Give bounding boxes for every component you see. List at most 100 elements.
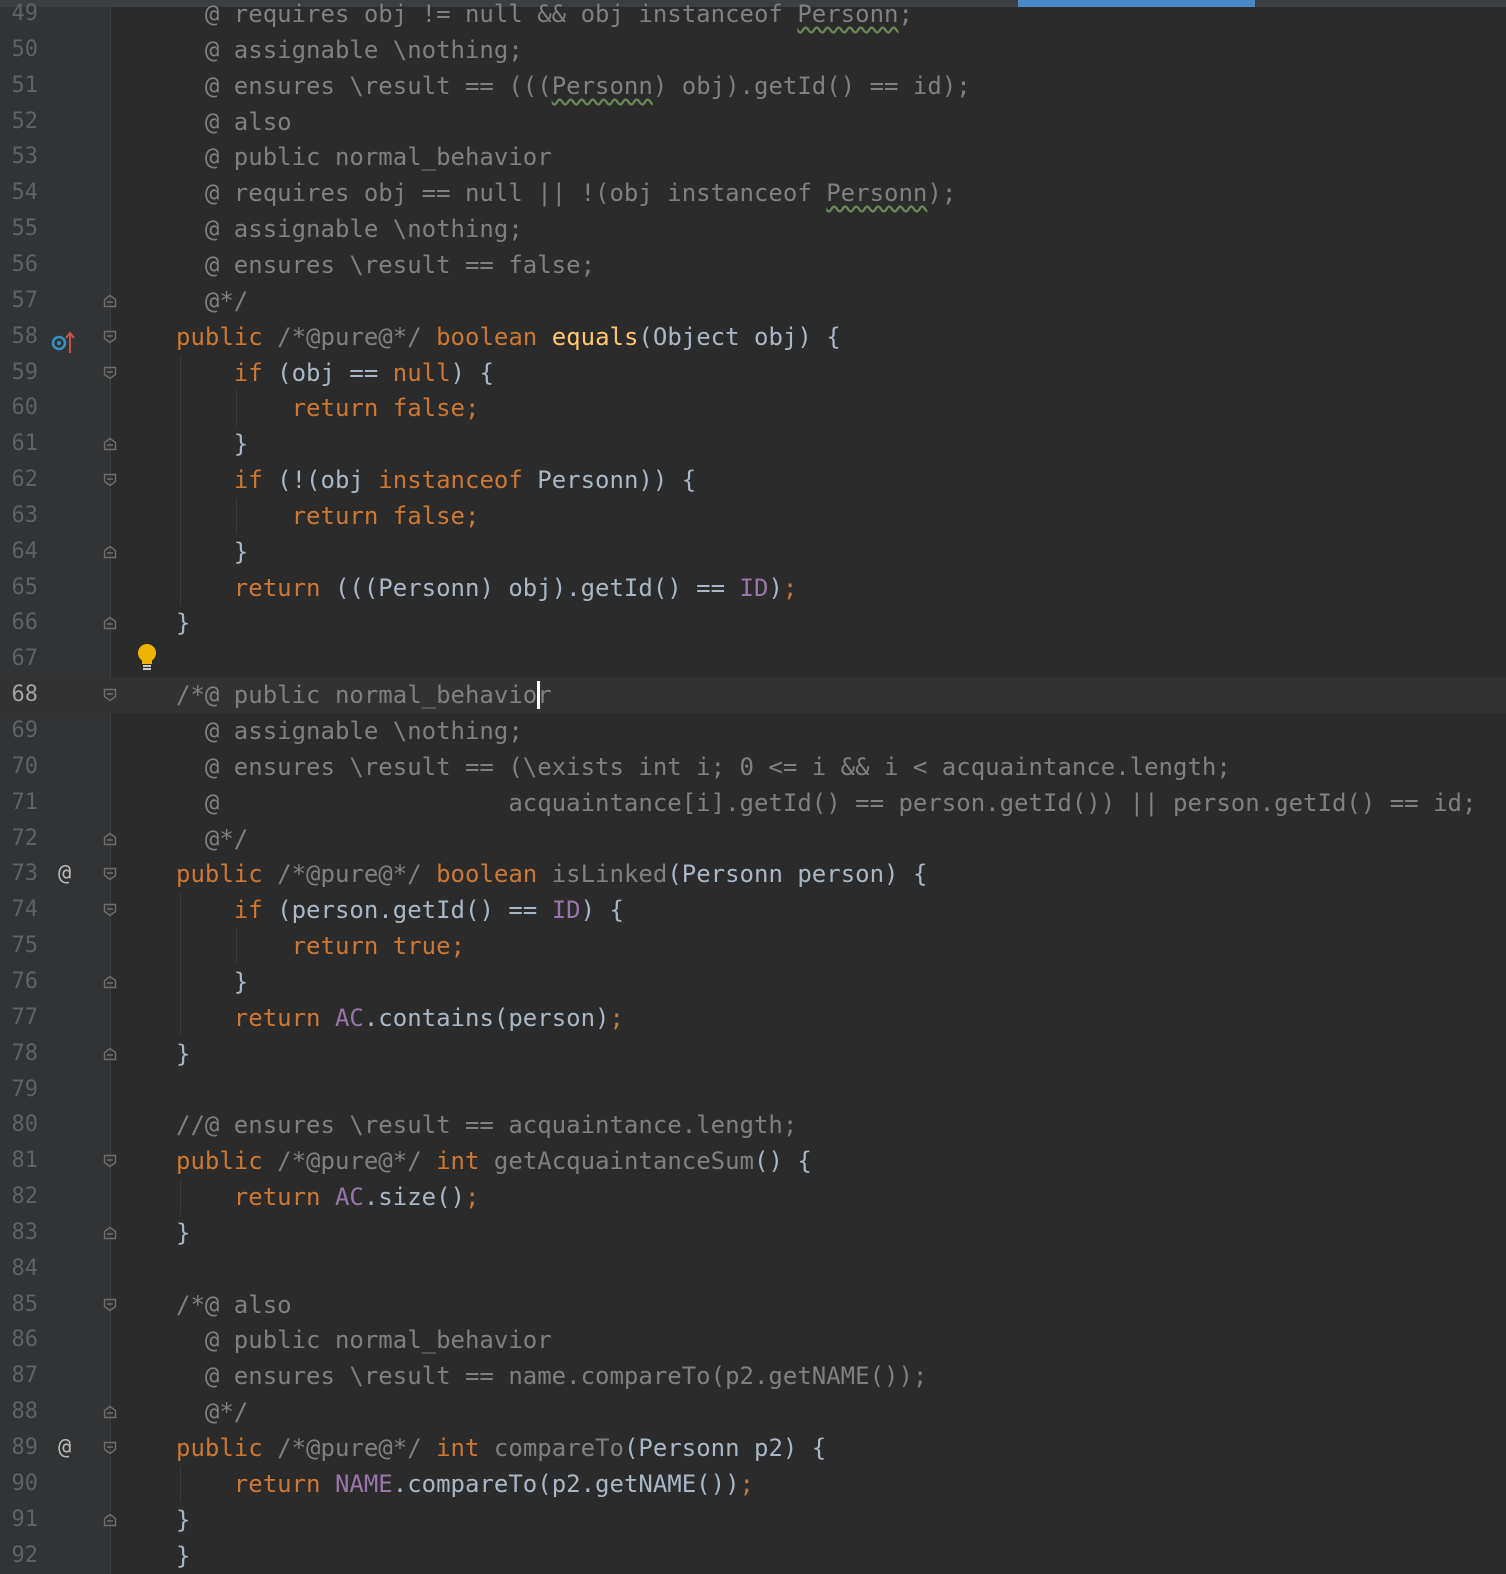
code-line[interactable]: 55 @ assignable \nothing; — [0, 211, 1506, 247]
code-text[interactable]: return true; — [176, 928, 465, 964]
code-line[interactable]: 56 @ ensures \result == false; — [0, 247, 1506, 283]
code-text[interactable]: @ public normal_behavior — [176, 1322, 552, 1358]
fold-open-icon[interactable] — [103, 1154, 117, 1168]
lightbulb-icon[interactable] — [136, 643, 158, 673]
code-text[interactable]: return (((Personn) obj).getId() == ID); — [176, 570, 798, 606]
code-text[interactable]: } — [176, 1215, 190, 1251]
annotation-marker-icon[interactable]: @ — [58, 856, 71, 892]
code-text[interactable]: } — [176, 1538, 190, 1574]
code-line[interactable]: 83} — [0, 1215, 1506, 1251]
code-text[interactable]: @ ensures \result == (\exists int i; 0 <… — [176, 749, 1231, 785]
code-line[interactable]: 74 if (person.getId() == ID) { — [0, 892, 1506, 928]
fold-close-icon[interactable] — [103, 1047, 117, 1061]
code-text[interactable]: } — [176, 426, 248, 462]
fold-open-icon[interactable] — [103, 330, 117, 344]
code-line[interactable]: 61 } — [0, 426, 1506, 462]
fold-open-icon[interactable] — [103, 1441, 117, 1455]
code-text[interactable]: @ assignable \nothing; — [176, 32, 523, 68]
code-text[interactable]: public /*@pure@*/ int getAcquaintanceSum… — [176, 1143, 812, 1179]
code-line[interactable]: 75 return true; — [0, 928, 1506, 964]
code-text[interactable]: return AC.size(); — [176, 1179, 480, 1215]
code-line[interactable]: 70 @ ensures \result == (\exists int i; … — [0, 749, 1506, 785]
code-text[interactable]: /*@ public normal_behavior — [176, 677, 552, 713]
fold-close-icon[interactable] — [103, 832, 117, 846]
code-text[interactable]: } — [176, 1036, 190, 1072]
code-line[interactable]: 91} — [0, 1502, 1506, 1538]
code-text[interactable]: @*/ — [176, 821, 248, 857]
code-line[interactable]: 59 if (obj == null) { — [0, 355, 1506, 391]
code-line[interactable]: 81 public /*@pure@*/ int getAcquaintanceS… — [0, 1143, 1506, 1179]
code-text[interactable]: return NAME.compareTo(p2.getNAME()); — [176, 1466, 754, 1502]
code-line[interactable]: 67 — [0, 641, 1506, 677]
code-text[interactable]: return AC.contains(person); — [176, 1000, 624, 1036]
code-line[interactable]: 87 @ ensures \result == name.compareTo(p… — [0, 1358, 1506, 1394]
code-text[interactable]: } — [176, 605, 190, 641]
code-text[interactable]: public /*@pure@*/ boolean isLinked(Perso… — [176, 856, 927, 892]
code-line[interactable]: 71 @ acquaintance[i].getId() == person.g… — [0, 785, 1506, 821]
code-text[interactable]: @*/ — [176, 283, 248, 319]
code-line[interactable]: 84 — [0, 1251, 1506, 1287]
code-text[interactable]: public /*@pure@*/ int compareTo(Personn … — [176, 1430, 826, 1466]
code-line[interactable]: 73 public /*@pure@*/ boolean isLinked(Per… — [0, 856, 1506, 892]
code-text[interactable]: } — [176, 964, 248, 1000]
code-line[interactable]: 77 return AC.contains(person); — [0, 1000, 1506, 1036]
code-line[interactable]: 85 /*@ also — [0, 1287, 1506, 1323]
code-text[interactable]: if (person.getId() == ID) { — [176, 892, 624, 928]
code-line[interactable]: 50 @ assignable \nothing; — [0, 32, 1506, 68]
code-text[interactable]: } — [176, 534, 248, 570]
fold-close-icon[interactable] — [103, 437, 117, 451]
code-text[interactable]: if (!(obj instanceof Personn)) { — [176, 462, 696, 498]
code-line[interactable]: 86 @ public normal_behavior — [0, 1322, 1506, 1358]
code-line[interactable]: 76 } — [0, 964, 1506, 1000]
code-text[interactable]: @ ensures \result == false; — [176, 247, 595, 283]
code-text[interactable]: //@ ensures \result == acquaintance.leng… — [176, 1107, 797, 1143]
code-line[interactable]: 60 return false; — [0, 390, 1506, 426]
code-text[interactable]: } — [176, 1502, 190, 1538]
code-line[interactable]: 72 @*/ — [0, 821, 1506, 857]
code-line[interactable]: 88 @*/ — [0, 1394, 1506, 1430]
code-text[interactable]: /*@ also — [176, 1287, 292, 1323]
code-line[interactable]: 69 @ assignable \nothing; — [0, 713, 1506, 749]
fold-close-icon[interactable] — [103, 294, 117, 308]
fold-close-icon[interactable] — [103, 545, 117, 559]
code-text[interactable]: public /*@pure@*/ boolean equals(Object … — [176, 319, 841, 355]
code-line[interactable]: 64 } — [0, 534, 1506, 570]
code-line[interactable]: 82 return AC.size(); — [0, 1179, 1506, 1215]
fold-open-icon[interactable] — [103, 366, 117, 380]
fold-open-icon[interactable] — [103, 473, 117, 487]
fold-close-icon[interactable] — [103, 975, 117, 989]
code-line[interactable]: 58 public /*@pure@*/ boolean equals(Objec… — [0, 319, 1506, 355]
code-line[interactable]: 53 @ public normal_behavior — [0, 139, 1506, 175]
code-line[interactable]: 68 /*@ public normal_behavior — [0, 677, 1506, 713]
code-line[interactable]: 66} — [0, 605, 1506, 641]
code-line[interactable]: 90 return NAME.compareTo(p2.getNAME()); — [0, 1466, 1506, 1502]
code-text[interactable]: @ assignable \nothing; — [176, 211, 523, 247]
code-text[interactable]: @ acquaintance[i].getId() == person.getI… — [176, 785, 1477, 821]
code-line[interactable]: 51 @ ensures \result == (((Personn) obj)… — [0, 68, 1506, 104]
code-text[interactable]: @ ensures \result == (((Personn) obj).ge… — [176, 68, 971, 104]
code-line[interactable]: 80 //@ ensures \result == acquaintance.le… — [0, 1107, 1506, 1143]
code-text[interactable]: if (obj == null) { — [176, 355, 494, 391]
code-line[interactable]: 52 @ also — [0, 104, 1506, 140]
fold-open-icon[interactable] — [103, 688, 117, 702]
code-text[interactable]: @ requires obj != null && obj instanceof… — [176, 0, 913, 32]
fold-open-icon[interactable] — [103, 1298, 117, 1312]
code-line[interactable]: 78} — [0, 1036, 1506, 1072]
fold-close-icon[interactable] — [103, 1405, 117, 1419]
code-text[interactable]: @ assignable \nothing; — [176, 713, 523, 749]
code-line[interactable]: 57 @*/ — [0, 283, 1506, 319]
code-text[interactable]: return false; — [176, 498, 480, 534]
code-line[interactable]: 63 return false; — [0, 498, 1506, 534]
fold-open-icon[interactable] — [103, 903, 117, 917]
code-line[interactable]: 65 return (((Personn) obj).getId() == ID… — [0, 570, 1506, 606]
code-text[interactable]: @ public normal_behavior — [176, 139, 552, 175]
code-text[interactable]: @ requires obj == null || !(obj instance… — [176, 175, 956, 211]
fold-close-icon[interactable] — [103, 616, 117, 630]
fold-open-icon[interactable] — [103, 867, 117, 881]
code-editor[interactable]: 49 @ requires obj != null && obj instanc… — [0, 0, 1506, 1574]
code-line[interactable]: 49 @ requires obj != null && obj instanc… — [0, 0, 1506, 32]
fold-close-icon[interactable] — [103, 1513, 117, 1527]
code-text[interactable]: @ ensures \result == name.compareTo(p2.g… — [176, 1358, 927, 1394]
code-line[interactable]: 92} — [0, 1538, 1506, 1574]
fold-close-icon[interactable] — [103, 1226, 117, 1240]
